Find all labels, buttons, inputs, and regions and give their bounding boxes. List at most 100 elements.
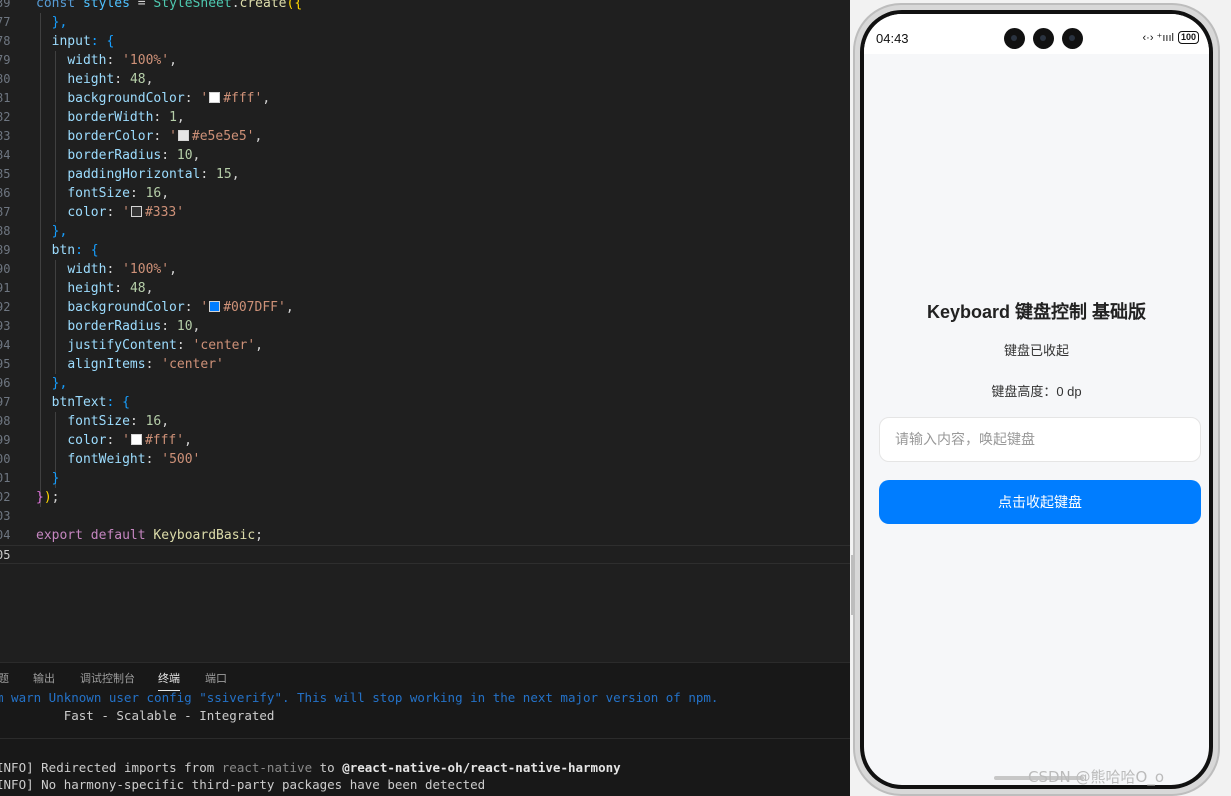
terminal-output[interactable]: m warn Unknown user config "ssiverify". …: [0, 690, 850, 796]
line-number: 81: [0, 91, 11, 105]
text-input[interactable]: 请输入内容，唤起键盘: [879, 417, 1201, 462]
line-number: 90: [0, 262, 11, 276]
code-line[interactable]: 88 },: [0, 222, 850, 241]
code-editor[interactable]: 39 const styles = StyleSheet.create({ 77 }…: [0, 0, 850, 662]
code-text: },: [51, 15, 68, 30]
line-number: 97: [0, 395, 11, 409]
code-line[interactable]: 77 },: [0, 13, 850, 32]
dismiss-keyboard-button[interactable]: 点击收起键盘: [879, 480, 1201, 524]
code-text: },: [51, 376, 68, 391]
code-line[interactable]: 05: [0, 545, 850, 564]
battery-icon: 100: [1177, 31, 1199, 44]
tab-ports[interactable]: 端口: [205, 670, 227, 686]
code-text: fontSize: 16,: [67, 186, 170, 201]
network-signal-icon: ‹·› ⁺ıııl: [1142, 32, 1174, 44]
code-line[interactable]: 89 btn: {: [0, 241, 850, 260]
line-number: 96: [0, 376, 11, 390]
terminal-info-harmony: INFO] No harmony-specific third-party pa…: [0, 777, 486, 792]
code-line[interactable]: 79 width: '100%',: [0, 51, 850, 70]
code-line[interactable]: 91 height: 48,: [0, 279, 850, 298]
line-number: 84: [0, 148, 11, 162]
line-number: 94: [0, 338, 11, 352]
code-text: paddingHorizontal: 15,: [67, 167, 240, 182]
code-text: width: '100%',: [67, 262, 177, 277]
line-number: 79: [0, 53, 11, 67]
line-number: 98: [0, 414, 11, 428]
code-text: borderColor: ' #e5e5e5',: [67, 129, 263, 144]
watermark: CSDN @熊哈哈O_o: [1028, 768, 1165, 786]
code-line[interactable]: 93 borderRadius: 10,: [0, 317, 850, 336]
code-text: btn: {: [51, 243, 99, 258]
line-number: 80: [0, 72, 11, 86]
code-text: borderWidth: 1,: [67, 110, 185, 125]
tab-problems[interactable]: 题: [0, 670, 9, 686]
code-line[interactable]: 84 borderRadius: 10,: [0, 146, 850, 165]
code-line[interactable]: 92 backgroundColor: '#007DFF',: [0, 298, 850, 317]
code-text: borderRadius: 10,: [67, 148, 201, 163]
status-time: 04:43: [876, 31, 909, 46]
code-line[interactable]: 78 input: {: [0, 32, 850, 51]
code-line[interactable]: 01 }: [0, 469, 850, 488]
code-text: },: [51, 224, 68, 239]
line-number: 87: [0, 205, 11, 219]
code-text: justifyContent: 'center',: [67, 338, 263, 353]
terminal-tagline: Fast - Scalable - Integrated: [0, 708, 275, 723]
status-bar: 04:43 ‹·› ⁺ıııl 100: [864, 14, 1209, 54]
tab-terminal[interactable]: 终端: [158, 670, 180, 691]
line-number: 05: [0, 548, 11, 562]
line-number: 03: [0, 509, 11, 523]
code-line[interactable]: 97 btnText: {: [0, 393, 850, 412]
code-line[interactable]: 80 height: 48,: [0, 70, 850, 89]
code-line[interactable]: 03: [0, 507, 850, 526]
line-number: 39: [0, 0, 11, 10]
code-line[interactable]: 81 backgroundColor: '#fff',: [0, 89, 850, 108]
code-line[interactable]: 04 export default KeyboardBasic;: [0, 526, 850, 545]
line-number: 99: [0, 433, 11, 447]
code-line[interactable]: 86 fontSize: 16,: [0, 184, 850, 203]
code-line[interactable]: 90 width: '100%',: [0, 260, 850, 279]
code-line[interactable]: 99 color: '#fff',: [0, 431, 850, 450]
line-number: 83: [0, 129, 11, 143]
line-number: 85: [0, 167, 11, 181]
code-text: const styles = StyleSheet.create({: [36, 0, 303, 11]
code-line[interactable]: 94 justifyContent: 'center',: [0, 336, 850, 355]
line-number: 88: [0, 224, 11, 238]
code-line[interactable]: 85 paddingHorizontal: 15,: [0, 165, 850, 184]
line-number: 77: [0, 15, 11, 29]
code-line[interactable]: 96 },: [0, 374, 850, 393]
bottom-panel: 题 输出 调试控制台 终端 端口 m warn Unknown user con…: [0, 662, 850, 796]
line-number: 86: [0, 186, 11, 200]
code-line[interactable]: 95 alignItems: 'center': [0, 355, 850, 374]
code-line[interactable]: 82 borderWidth: 1,: [0, 108, 850, 127]
code-line[interactable]: 39 const styles = StyleSheet.create({: [0, 0, 850, 13]
line-number: 78: [0, 34, 11, 48]
line-number: 91: [0, 281, 11, 295]
camera-icon: [1033, 28, 1054, 49]
code-text: alignItems: 'center': [67, 357, 224, 372]
code-text: height: 48,: [67, 72, 154, 87]
code-line[interactable]: 87 color: '#333': [0, 203, 850, 222]
code-line[interactable]: 83 borderColor: '#e5e5e5',: [0, 127, 850, 146]
code-text: export default KeyboardBasic;: [36, 528, 263, 543]
phone-screen: 04:43 ‹·› ⁺ıııl 100 Keyboard 键盘控制 基础版 键盘…: [864, 14, 1209, 785]
tab-output[interactable]: 输出: [33, 670, 55, 686]
code-line[interactable]: 98 fontSize: 16,: [0, 412, 850, 431]
phone-frame: 04:43 ‹·› ⁺ıııl 100 Keyboard 键盘控制 基础版 键盘…: [853, 3, 1220, 796]
code-text: height: 48,: [67, 281, 154, 296]
code-text: backgroundColor: ' #007DFF',: [67, 300, 294, 315]
line-number: 93: [0, 319, 11, 333]
code-text: });: [36, 490, 60, 505]
keyboard-height-text: 键盘高度：0 dp: [991, 384, 1082, 399]
code-text: width: '100%',: [67, 53, 177, 68]
page-title: Keyboard 键盘控制 基础版: [926, 302, 1147, 322]
line-number: 00: [0, 452, 11, 466]
line-number: 89: [0, 243, 11, 257]
status-icons: ‹·› ⁺ıııl 100: [1142, 31, 1199, 44]
code-text: fontSize: 16,: [67, 414, 170, 429]
code-text: backgroundColor: ' #fff',: [67, 91, 271, 106]
code-text: }: [51, 471, 60, 486]
code-line[interactable]: 02});: [0, 488, 850, 507]
keyboard-state-text: 键盘已收起: [1003, 343, 1069, 358]
code-line[interactable]: 00 fontWeight: '500': [0, 450, 850, 469]
tab-debug-console[interactable]: 调试控制台: [80, 670, 135, 686]
